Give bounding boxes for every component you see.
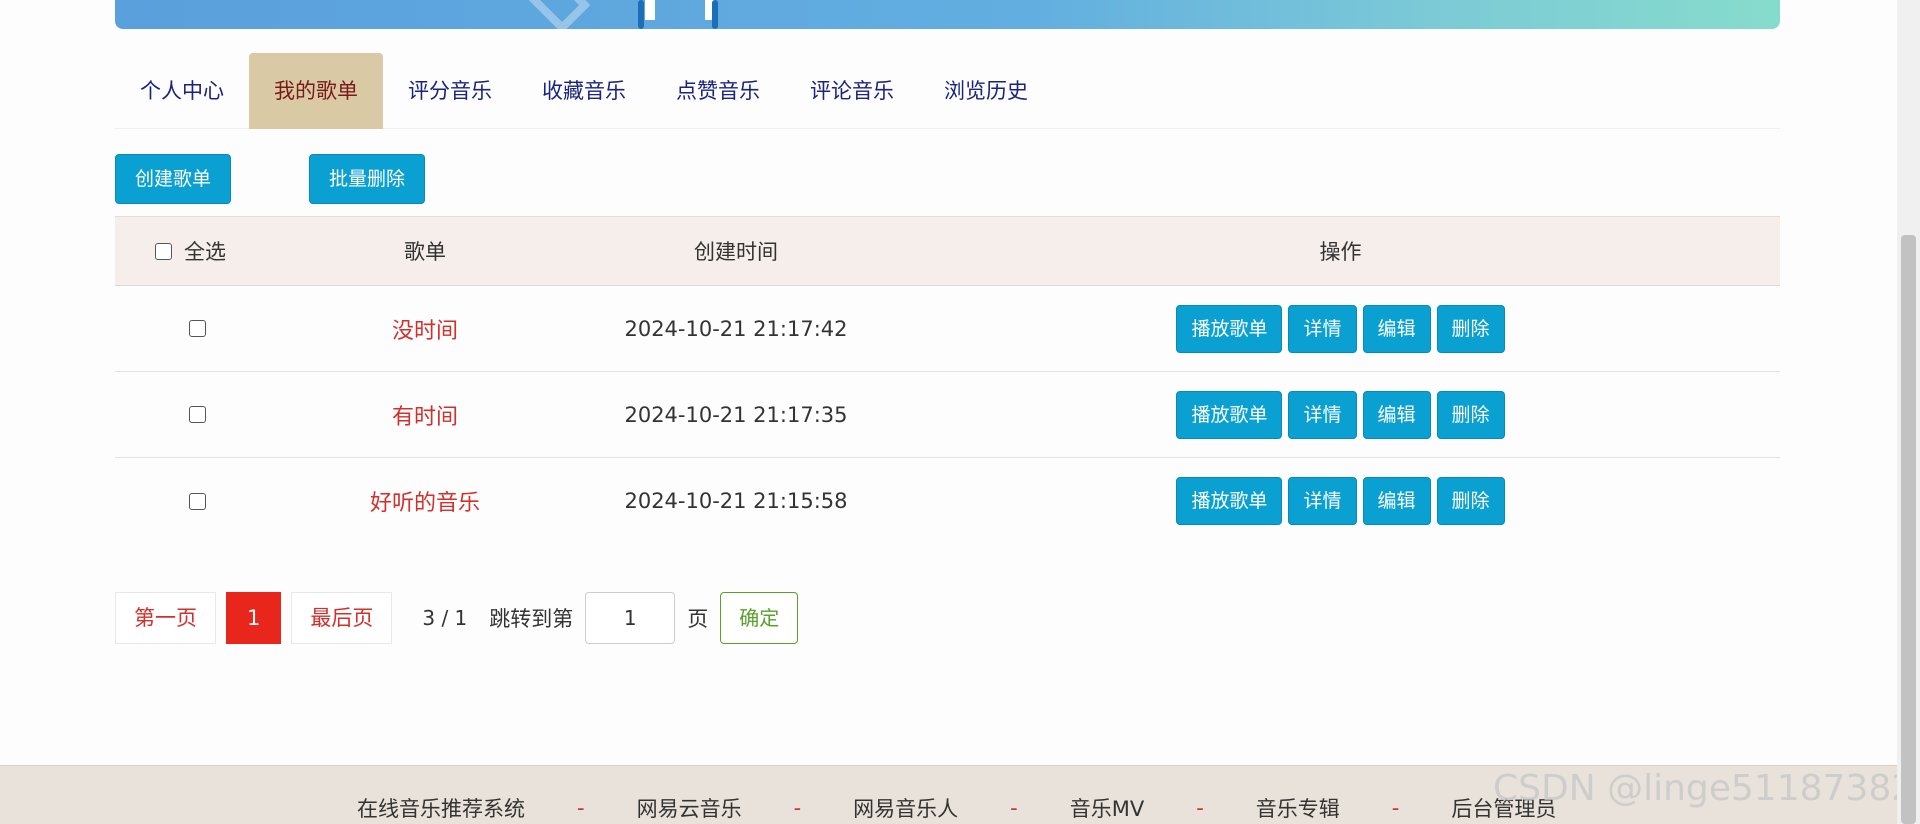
footer-separator: - [1010,796,1018,820]
header-playlist: 歌单 [404,240,446,264]
footer-separator: - [577,796,585,820]
pagination: 第一页 1 最后页 3 / 1 跳转到第 页 确定 [115,592,799,644]
header-operations: 操作 [1319,240,1362,264]
row-checkbox[interactable] [188,492,206,510]
row-checkbox[interactable] [188,406,206,423]
row-actions: 播放歌单 详情 编辑 删除 [1176,304,1505,353]
confirm-jump-button[interactable]: 确定 [720,592,799,644]
detail-button[interactable]: 详情 [1288,477,1357,525]
row-checkbox[interactable] [188,320,206,337]
footer-link-music-album[interactable]: 音乐专辑 [1256,793,1340,823]
current-page-button[interactable]: 1 [226,592,282,644]
vertical-scrollbar[interactable] [1897,0,1920,824]
created-time: 2024-10-21 21:17:42 [624,316,848,341]
banner-decoration [645,0,655,20]
playlist-name-link[interactable]: 好听的音乐 [370,485,480,517]
select-all: 全选 [155,236,226,266]
page-info: 3 / 1 [422,606,468,630]
table-row: 没时间 2024-10-21 21:17:42 播放歌单 详情 编辑 删除 [115,286,1780,372]
csdn-watermark: CSDN @linge511873822 [1493,768,1920,809]
scrollbar-thumb[interactable] [1901,235,1916,824]
created-time: 2024-10-21 21:17:35 [624,402,848,427]
tab-my-playlists[interactable]: 我的歌单 [249,53,383,129]
tab-favorite-music[interactable]: 收藏音乐 [517,53,651,129]
row-actions: 播放歌单 详情 编辑 删除 [1176,477,1505,525]
row-actions: 播放歌单 详情 编辑 删除 [1176,390,1505,439]
profile-tabs: 个人中心 我的歌单 评分音乐 收藏音乐 点赞音乐 评论音乐 浏览历史 [115,53,1780,129]
delete-button[interactable]: 删除 [1436,304,1505,353]
playlist-name-link[interactable]: 有时间 [392,399,458,431]
banner-decoration [519,0,591,29]
play-playlist-button[interactable]: 播放歌单 [1176,304,1283,353]
footer-links: 在线音乐推荐系统 - 网易云音乐 - 网易音乐人 - 音乐MV - 音乐专辑 -… [357,793,1556,823]
table-row: 有时间 2024-10-21 21:17:35 播放歌单 详情 编辑 删除 [115,372,1780,458]
detail-button[interactable]: 详情 [1288,390,1357,439]
tab-browse-history[interactable]: 浏览历史 [919,53,1053,129]
banner-decoration [638,0,644,29]
table-header: 全选 歌单 创建时间 操作 [115,216,1780,286]
footer-separator: - [793,796,802,820]
created-time: 2024-10-21 21:15:58 [624,489,848,513]
play-playlist-button[interactable]: 播放歌单 [1176,477,1283,525]
first-page-button[interactable]: 第一页 [115,592,216,644]
jump-to-label: 跳转到第 [489,607,574,631]
playlist-table: 全选 歌单 创建时间 操作 没时间 2024-10-21 21:17:42 播放… [115,216,1780,544]
edit-button[interactable]: 编辑 [1362,390,1431,439]
delete-button[interactable]: 删除 [1436,477,1505,525]
last-page-button[interactable]: 最后页 [291,592,393,644]
edit-button[interactable]: 编辑 [1362,304,1431,353]
tab-rated-music[interactable]: 评分音乐 [383,53,517,129]
batch-delete-button[interactable]: 批量删除 [309,154,425,204]
banner-decoration [712,0,718,29]
edit-button[interactable]: 编辑 [1362,477,1431,525]
header-created-time: 创建时间 [694,240,778,264]
footer-separator: - [1391,796,1400,820]
detail-button[interactable]: 详情 [1288,304,1357,353]
footer-separator: - [1196,796,1204,820]
delete-button[interactable]: 删除 [1436,390,1505,439]
footer-link-netease-musician[interactable]: 网易音乐人 [853,793,958,823]
table-row: 好听的音乐 2024-10-21 21:15:58 播放歌单 详情 编辑 删除 [115,458,1780,544]
tab-liked-music[interactable]: 点赞音乐 [651,53,785,129]
footer-link-system[interactable]: 在线音乐推荐系统 [357,793,525,823]
playlist-name-link[interactable]: 没时间 [392,313,458,345]
select-all-label: 全选 [184,240,226,264]
play-playlist-button[interactable]: 播放歌单 [1176,390,1283,439]
footer-link-music-mv[interactable]: 音乐MV [1070,793,1144,823]
jump-page-input[interactable] [585,592,676,644]
tab-commented-music[interactable]: 评论音乐 [785,53,919,129]
select-all-checkbox[interactable] [155,242,172,260]
create-playlist-button[interactable]: 创建歌单 [115,154,231,204]
footer-link-netease-cloud-music[interactable]: 网易云音乐 [637,793,742,823]
top-banner [115,0,1780,29]
tab-personal-center[interactable]: 个人中心 [115,53,249,129]
page-unit-label: 页 [687,607,709,631]
